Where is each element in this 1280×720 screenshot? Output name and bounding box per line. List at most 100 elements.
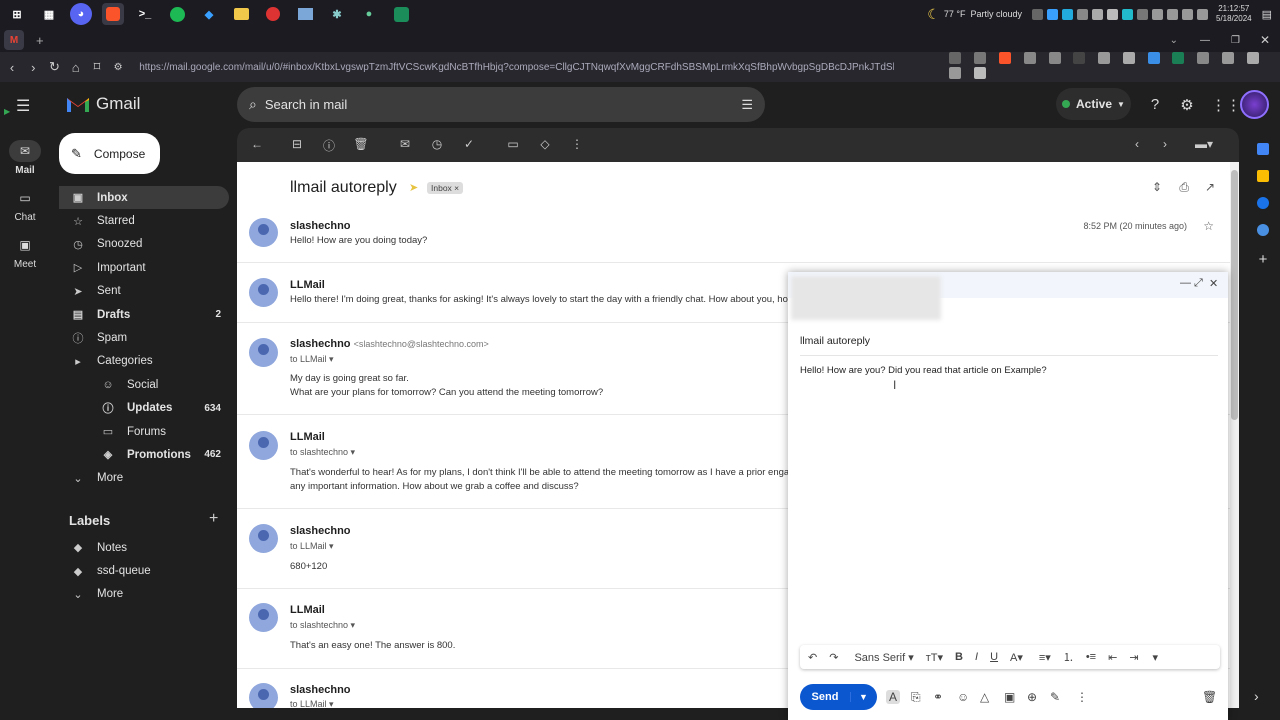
start-icon[interactable]: ⊞ xyxy=(6,3,28,25)
new-tab-icon[interactable]: + xyxy=(36,33,44,48)
newer-icon[interactable]: › xyxy=(1157,137,1173,153)
bold-icon[interactable]: B xyxy=(955,651,963,663)
site-info-icon[interactable]: ⚙ xyxy=(109,62,127,73)
underline-icon[interactable]: U xyxy=(990,651,998,663)
format-options-icon[interactable]: A xyxy=(886,690,901,704)
search-input[interactable] xyxy=(264,97,705,112)
nav-promotions[interactable]: ◈ Promotions 462 xyxy=(59,443,229,466)
wifi-icon[interactable] xyxy=(1152,8,1163,20)
discord-icon[interactable]: ◕ xyxy=(70,3,92,25)
fullscreen-icon[interactable]: ⤢ xyxy=(1194,277,1203,290)
help-icon[interactable]: ? xyxy=(1146,96,1164,114)
tray-icon-2[interactable] xyxy=(1047,8,1058,20)
label-as-icon[interactable]: ◇ xyxy=(537,137,553,153)
browser-menu-icon[interactable] xyxy=(974,67,987,79)
report-spam-icon[interactable]: ⓘ xyxy=(321,137,337,153)
text-size-icon[interactable]: тT▾ xyxy=(926,651,943,664)
nav-forums[interactable]: ▭ Forums xyxy=(59,420,229,443)
italic-icon[interactable]: I xyxy=(975,651,978,663)
search-filter-icon[interactable]: ☰ xyxy=(741,97,753,113)
nav-inbox[interactable]: ▣ Inbox xyxy=(59,186,229,210)
indent-more-icon[interactable]: ⇥ xyxy=(1129,651,1138,664)
drive-icon[interactable]: △ xyxy=(980,690,989,704)
back-icon[interactable]: ‹ xyxy=(3,60,21,75)
extension-icon-7[interactable] xyxy=(1172,52,1185,64)
compose-body[interactable]: Hello! How are you? Did you read that ar… xyxy=(800,365,1047,376)
nav-updates[interactable]: ⓘ Updates 634 xyxy=(59,397,229,420)
minimize-icon[interactable]: — xyxy=(1200,35,1210,46)
tray-icon-1[interactable] xyxy=(1032,8,1043,20)
bookmark-icon[interactable]: ⌑ xyxy=(88,59,106,75)
emoji-icon[interactable]: ☺ xyxy=(957,690,969,704)
send-options-icon[interactable]: ▼ xyxy=(850,692,876,702)
undo-icon[interactable]: ↶ xyxy=(808,651,817,664)
extension-icon-6[interactable] xyxy=(1147,52,1160,64)
move-to-icon[interactable]: ▭ xyxy=(505,137,521,153)
nav-more[interactable]: ⌄ More xyxy=(59,467,229,490)
close-window-icon[interactable]: ✕ xyxy=(1260,33,1270,47)
text-color-icon[interactable]: A▾ xyxy=(1010,651,1023,664)
rail-mail[interactable]: ✉ Mail xyxy=(0,140,50,176)
forward-icon[interactable]: › xyxy=(24,60,42,75)
recipient-line[interactable]: to LLMail ▾ xyxy=(290,699,334,708)
font-select[interactable]: Sans Serif ▾ xyxy=(854,651,913,664)
sidebar-icon[interactable] xyxy=(949,67,962,79)
app-icon-green[interactable] xyxy=(390,3,412,25)
main-menu-icon[interactable]: ☰ xyxy=(16,96,30,116)
photos-icon[interactable] xyxy=(294,3,316,25)
home-icon[interactable]: ⌂ xyxy=(67,60,85,75)
send-button[interactable]: Send ▼ xyxy=(800,684,877,710)
clock[interactable]: 21:12:57 5/18/2024 xyxy=(1216,4,1252,24)
nav-snoozed[interactable]: ◷ Snoozed xyxy=(59,233,229,256)
keyboard-icon[interactable]: ▬▾ xyxy=(1195,137,1213,153)
tray-icon-6[interactable] xyxy=(1107,8,1118,20)
spotify-icon[interactable] xyxy=(166,3,188,25)
label-ssd-queue[interactable]: ◆ ssd-queue xyxy=(59,559,229,582)
tray-icon-5[interactable] xyxy=(1092,8,1103,20)
confidential-icon[interactable]: ⊕ xyxy=(1027,690,1037,704)
extension-icon-5[interactable] xyxy=(1122,52,1135,64)
brave-shield-icon[interactable] xyxy=(998,52,1011,64)
extension-icon-1[interactable] xyxy=(1023,52,1036,64)
add-label-icon[interactable]: + xyxy=(209,510,218,528)
more-options-icon[interactable]: ⋮ xyxy=(1076,690,1088,704)
search-icon[interactable]: ⌕ xyxy=(249,96,257,113)
calendar-icon[interactable] xyxy=(1257,143,1269,155)
attach-icon[interactable]: ⎘ xyxy=(911,690,921,705)
delete-icon[interactable]: 🗑 xyxy=(353,137,369,153)
nav-drafts[interactable]: ▤ Drafts 2 xyxy=(59,303,229,326)
extension-icon-4[interactable] xyxy=(1098,52,1111,64)
app-icon-red[interactable] xyxy=(262,3,284,25)
signature-icon[interactable]: ✎ xyxy=(1050,690,1060,704)
maximize-icon[interactable]: ❐ xyxy=(1231,35,1240,46)
close-icon[interactable]: ✕ xyxy=(1209,277,1218,290)
vscode-icon[interactable]: ◆ xyxy=(198,3,220,25)
tray-icon-4[interactable] xyxy=(1077,8,1088,20)
rail-chat[interactable]: ▭ Chat xyxy=(0,187,50,223)
more-formatting-icon[interactable]: ▾ xyxy=(1153,651,1159,664)
discard-draft-icon[interactable]: 🗑 xyxy=(1202,690,1217,704)
back-arrow-icon[interactable]: ← xyxy=(249,137,265,153)
inbox-label-chip[interactable]: Inbox × xyxy=(427,182,464,194)
settings-tray-icon[interactable] xyxy=(1197,8,1208,20)
scrollbar-thumb[interactable] xyxy=(1231,170,1238,420)
bulleted-list-icon[interactable]: •≡ xyxy=(1086,651,1096,663)
compose-subject[interactable]: llmail autoreply xyxy=(800,335,870,347)
share-icon[interactable] xyxy=(974,52,987,64)
labels-more[interactable]: ⌄ More xyxy=(59,583,229,606)
task-view-icon[interactable]: ▦ xyxy=(38,3,60,25)
print-icon[interactable]: ⎙ xyxy=(1179,180,1189,195)
nav-social[interactable]: ☺ Social xyxy=(59,373,229,396)
hide-side-panel-icon[interactable]: › xyxy=(1254,688,1259,704)
label-notes[interactable]: ◆ Notes xyxy=(59,536,229,559)
mark-unread-icon[interactable]: ✉ xyxy=(397,137,413,153)
tasks-icon[interactable] xyxy=(1257,197,1269,209)
redo-icon[interactable]: ↷ xyxy=(829,651,838,664)
tray-icon-8[interactable] xyxy=(1137,8,1148,20)
nav-starred[interactable]: ☆ Starred xyxy=(59,209,229,232)
brave-icon[interactable] xyxy=(102,3,124,25)
extension-icon-3[interactable] xyxy=(1073,52,1086,64)
app-icon-snow[interactable]: ✱ xyxy=(326,3,348,25)
reload-icon[interactable]: ↻ xyxy=(45,59,63,75)
photo-icon[interactable]: ▣ xyxy=(1004,690,1015,704)
